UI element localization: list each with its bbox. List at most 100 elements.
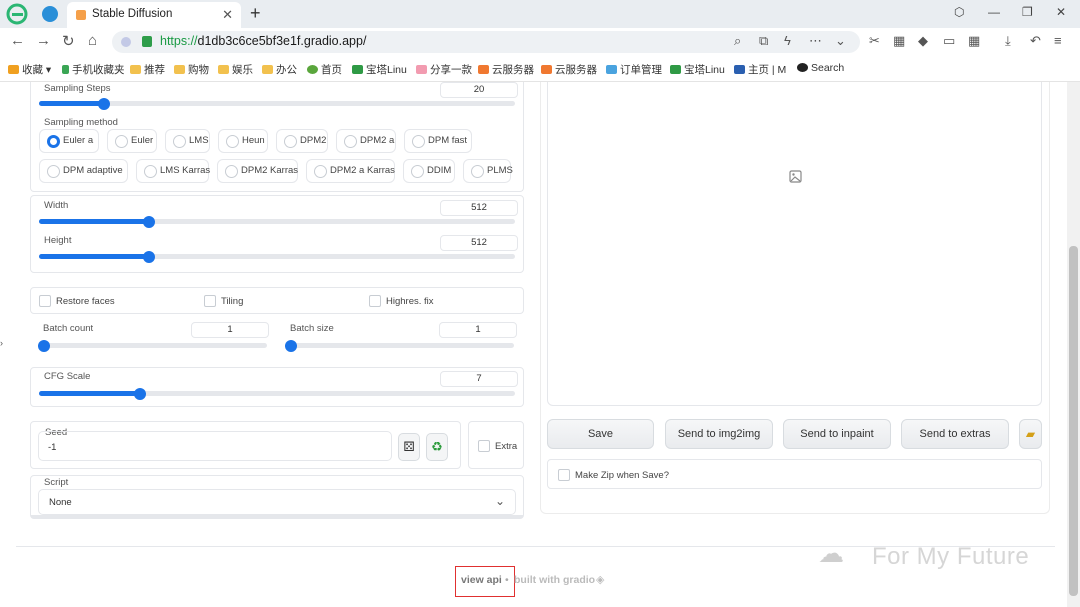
tab-stable-diffusion[interactable]: Stable Diffusion ✕: [67, 2, 241, 28]
bookmark-item[interactable]: 云服务器: [478, 62, 534, 77]
batch-count-input[interactable]: 1: [191, 322, 269, 338]
view-api-link[interactable]: view api: [461, 574, 502, 586]
reuse-seed-recycle-icon[interactable]: ♻: [426, 433, 448, 461]
send-to-inpaint-button[interactable]: Send to inpaint: [783, 419, 891, 449]
radio-dpm-fast[interactable]: DPM fast: [404, 129, 472, 153]
bookmark-item[interactable]: 分享一款: [416, 62, 472, 77]
width-input[interactable]: 512: [440, 200, 518, 216]
save-button[interactable]: Save: [547, 419, 654, 449]
bookmark-item[interactable]: 云服务器: [541, 62, 597, 77]
shirt-icon[interactable]: ⬡: [954, 5, 964, 19]
radio-dpm2-a-karras[interactable]: DPM2 a Karras: [306, 159, 395, 183]
radio-euler[interactable]: Euler: [107, 129, 157, 153]
search-icon[interactable]: ⌕: [734, 33, 741, 49]
batch-count-slider[interactable]: [38, 343, 267, 348]
bookmark-item[interactable]: 宝塔Linu: [352, 62, 407, 77]
bookmark-item[interactable]: 手机收藏夹: [62, 62, 125, 77]
bookmark-item[interactable]: 首页: [307, 62, 342, 77]
bookmark-item[interactable]: 购物: [174, 62, 209, 77]
radio-heun[interactable]: Heun: [218, 129, 268, 153]
cloud-bracket-icon: [478, 65, 489, 74]
radio-dpm2-karras[interactable]: DPM2 Karras: [217, 159, 298, 183]
sampling-steps-thumb[interactable]: [98, 98, 110, 110]
batch-size-thumb[interactable]: [285, 340, 297, 352]
radio-dpm-adaptive[interactable]: DPM adaptive: [39, 159, 128, 183]
send-to-extras-button[interactable]: Send to extras: [901, 419, 1009, 449]
scissors-icon[interactable]: ✂: [869, 33, 880, 49]
new-tab-button[interactable]: +: [250, 3, 261, 24]
minimize-icon[interactable]: —: [988, 5, 1000, 19]
batch-count-thumb[interactable]: [38, 340, 50, 352]
scrollbar-thumb[interactable]: [1069, 246, 1078, 596]
translate-icon[interactable]: ⧉: [759, 33, 768, 49]
lock-icon[interactable]: [142, 36, 152, 47]
radio-lms-karras[interactable]: LMS Karras: [136, 159, 210, 183]
address-bar[interactable]: https://d1db3c6ce5bf3e1f.gradio.app/ ⌕ ⧉…: [112, 31, 860, 53]
radio-euler-a[interactable]: Euler a: [39, 129, 99, 153]
close-window-icon[interactable]: ✕: [1056, 5, 1066, 19]
built-with-gradio-link[interactable]: built with gradio: [514, 574, 595, 586]
browser-logo-icon[interactable]: [6, 3, 28, 25]
screen-icon[interactable]: ▭: [943, 33, 955, 49]
cfg-scale-input[interactable]: 7: [440, 371, 518, 387]
folder-icon: [174, 65, 185, 74]
game-icon[interactable]: ◆: [918, 33, 928, 49]
random-seed-dice-icon[interactable]: ⚄: [398, 433, 420, 461]
close-tab-icon[interactable]: ✕: [222, 7, 233, 23]
image-gallery[interactable]: [547, 82, 1042, 406]
shield-icon[interactable]: [121, 37, 131, 47]
bookmark-item[interactable]: 订单管理: [606, 62, 662, 77]
make-zip-checkbox[interactable]: Make Zip when Save?: [558, 469, 669, 481]
page-scrollbar[interactable]: [1067, 82, 1080, 607]
seed-input[interactable]: -1: [38, 431, 392, 461]
radio-dpm2[interactable]: DPM2: [276, 129, 328, 153]
bookmark-item[interactable]: 办公: [262, 62, 297, 77]
back-icon[interactable]: ←: [10, 32, 25, 49]
bookmark-item[interactable]: 宝塔Linu: [670, 62, 725, 77]
left-edge-handle[interactable]: ›: [0, 338, 3, 348]
height-fill: [39, 254, 151, 259]
bookmarks-bar: 收藏 ▾ 手机收藏夹 推荐 购物 娱乐 办公 首页 宝塔Linu 分享一款 云服…: [0, 56, 1080, 82]
watermark-text: For My Future: [872, 543, 1030, 570]
bookmark-item[interactable]: 收藏 ▾: [8, 62, 51, 77]
height-input[interactable]: 512: [440, 235, 518, 251]
cfg-scale-thumb[interactable]: [134, 388, 146, 400]
height-thumb[interactable]: [143, 251, 155, 263]
more-icon[interactable]: ⋯: [809, 33, 822, 49]
open-folder-icon[interactable]: ▰: [1019, 419, 1042, 449]
forward-icon[interactable]: →: [36, 32, 51, 49]
batch-size-slider[interactable]: [285, 343, 514, 348]
reload-icon[interactable]: ↻: [62, 32, 75, 50]
script-dropdown[interactable]: None ⌄: [38, 489, 516, 515]
menu-icon[interactable]: ≡: [1054, 33, 1062, 48]
bookmark-item[interactable]: 主页 | M: [734, 62, 786, 77]
cloud-icon: [606, 65, 617, 74]
download-icon[interactable]: ⤓: [1005, 33, 1011, 49]
restore-faces-checkbox[interactable]: Restore faces: [39, 295, 115, 307]
telegram-tab-icon[interactable]: [42, 6, 58, 22]
url-text[interactable]: https://d1db3c6ce5bf3e1f.gradio.app/: [160, 34, 366, 48]
sampling-steps-slider[interactable]: [39, 101, 515, 106]
highres-fix-checkbox[interactable]: Highres. fix: [369, 295, 434, 307]
sampling-steps-input[interactable]: 20: [440, 82, 518, 98]
radio-lms[interactable]: LMS: [165, 129, 210, 153]
home-icon[interactable]: ⌂: [88, 32, 97, 49]
radio-ddim[interactable]: DDIM: [403, 159, 455, 183]
bookmark-item[interactable]: 娱乐: [218, 62, 253, 77]
lightning-icon[interactable]: ϟ: [784, 33, 791, 48]
batch-size-input[interactable]: 1: [439, 322, 517, 338]
radio-dpm2-a[interactable]: DPM2 a: [336, 129, 396, 153]
tiling-checkbox[interactable]: Tiling: [204, 295, 243, 307]
size-panel: Width 512 Height 512: [30, 195, 524, 273]
undo-icon[interactable]: ↶: [1030, 33, 1041, 49]
apps-grid-icon[interactable]: ▦: [968, 33, 980, 49]
width-thumb[interactable]: [143, 216, 155, 228]
extra-checkbox[interactable]: Extra: [478, 440, 517, 452]
bookmark-item[interactable]: Search: [797, 62, 844, 74]
bookmark-item[interactable]: 推荐: [130, 62, 165, 77]
notes-icon[interactable]: ▦: [893, 33, 905, 49]
send-to-img2img-button[interactable]: Send to img2img: [665, 419, 773, 449]
radio-plms[interactable]: PLMS: [463, 159, 513, 183]
restore-icon[interactable]: ❐: [1022, 5, 1033, 19]
chevron-down-icon[interactable]: ⌄: [835, 33, 846, 49]
